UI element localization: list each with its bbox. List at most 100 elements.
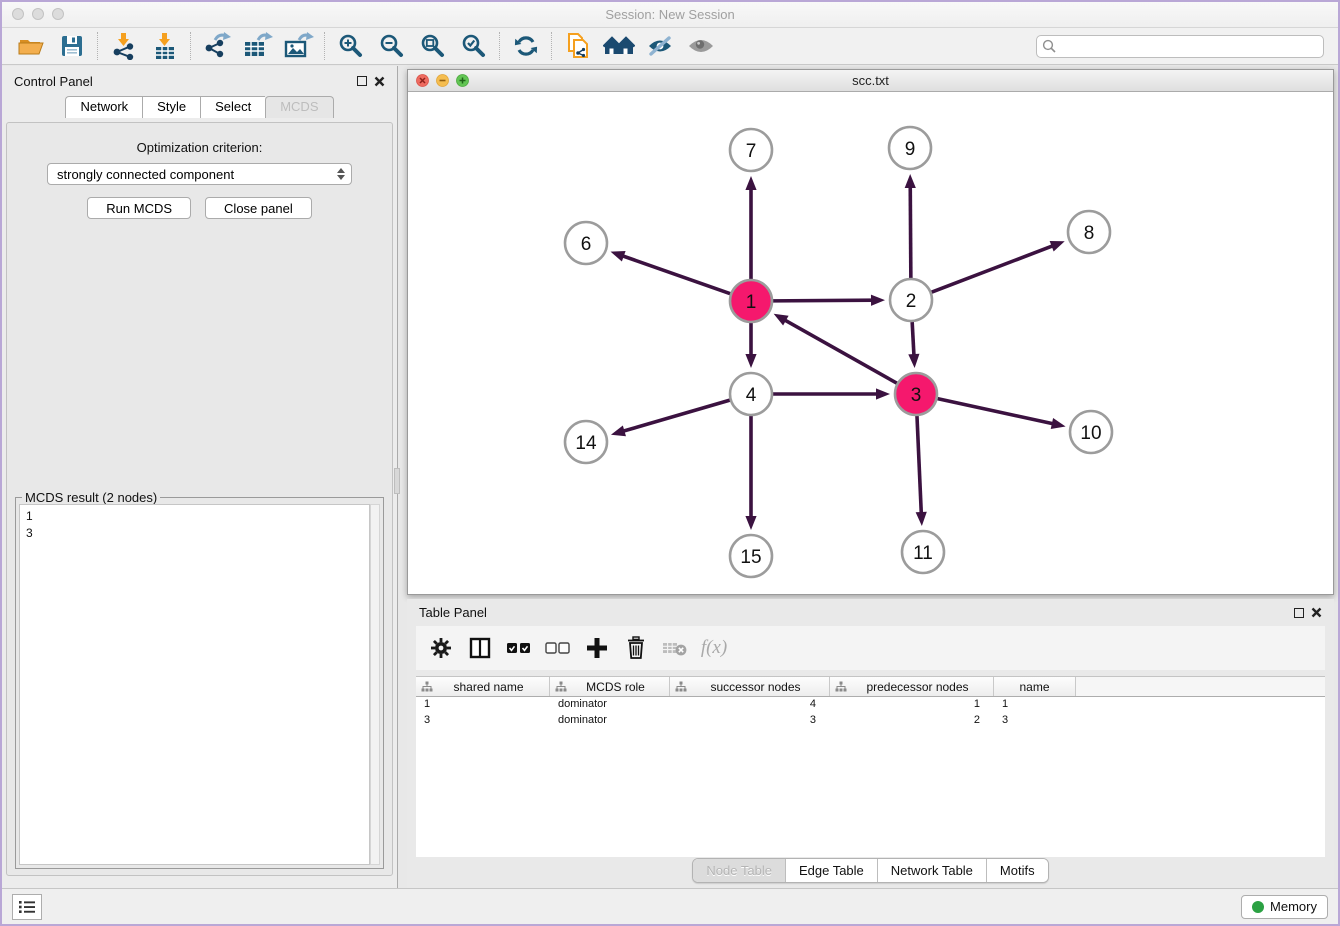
show-columns-button[interactable]	[465, 633, 495, 663]
first-neighbors-button[interactable]	[598, 30, 639, 63]
graph-edge-1-2[interactable]	[773, 300, 874, 301]
open-session-button[interactable]	[10, 30, 51, 63]
main-area: Control Panel NetworkStyleSelectMCDS Opt…	[2, 66, 1338, 888]
show-all-button[interactable]	[680, 30, 721, 63]
optimization-criterion-dropdown[interactable]: strongly connected component	[47, 163, 352, 185]
tab-mcds[interactable]: MCDS	[265, 96, 333, 118]
zoom-fit-button[interactable]	[412, 30, 453, 63]
close-panel-icon[interactable]	[374, 76, 385, 87]
close-panel-button[interactable]: Close panel	[205, 197, 312, 219]
zoom-selected-button[interactable]	[453, 30, 494, 63]
cell-mcds-role[interactable]: dominator	[550, 697, 670, 713]
panel-splitter-handle[interactable]	[394, 468, 400, 494]
task-history-button[interactable]	[12, 894, 42, 920]
minimize-window-button[interactable]	[32, 8, 44, 20]
maximize-window-button[interactable]	[52, 8, 64, 20]
graph-edge-2-3[interactable]	[912, 322, 914, 357]
maximize-network-icon[interactable]	[456, 74, 469, 87]
tab-motifs[interactable]: Motifs	[987, 859, 1048, 882]
columns-icon	[469, 637, 491, 659]
graph-edge-arrowhead	[745, 176, 756, 190]
search-input[interactable]	[1036, 35, 1324, 58]
cell-shared-name[interactable]: 3	[416, 713, 550, 729]
table-toolbar: f(x)	[416, 626, 1325, 670]
control-panel-tabs: NetworkStyleSelectMCDS	[2, 96, 397, 118]
column-header-name[interactable]: name	[994, 677, 1076, 696]
export-table-button[interactable]	[237, 30, 278, 63]
graph-node-label: 2	[906, 291, 917, 312]
column-tree-icon	[555, 681, 567, 693]
graph-edge-2-8[interactable]	[932, 245, 1055, 292]
app-window: { "app": { "title": "Session: New Sessio…	[0, 0, 1340, 926]
mcds-result-scrollbar[interactable]	[370, 504, 380, 865]
trash-icon	[626, 636, 646, 660]
graph-edge-4-14[interactable]	[622, 400, 730, 432]
mcds-result-fieldset: MCDS result (2 nodes) 13	[15, 497, 384, 869]
close-network-icon[interactable]	[416, 74, 429, 87]
network-canvas[interactable]: 1234678910111415	[408, 92, 1333, 594]
new-network-from-selection-button[interactable]	[557, 30, 598, 63]
column-header-shared-name[interactable]: shared name	[416, 677, 550, 696]
table-row[interactable]: 1dominator411	[416, 697, 1325, 713]
memory-button[interactable]: Memory	[1241, 895, 1328, 919]
graph-edge-arrowhead	[774, 314, 789, 326]
delete-table-button[interactable]	[660, 633, 690, 663]
graph-edge-arrowhead	[745, 354, 756, 368]
cell-shared-name[interactable]: 1	[416, 697, 550, 713]
graph-edge-3-11[interactable]	[917, 416, 921, 515]
column-header-mcds-role[interactable]: MCDS role	[550, 677, 670, 696]
float-table-panel-icon[interactable]	[1294, 608, 1304, 618]
cell-successor-nodes[interactable]: 3	[670, 713, 830, 729]
tab-network-table[interactable]: Network Table	[878, 859, 987, 882]
network-window-titlebar[interactable]: scc.txt	[408, 70, 1333, 92]
refresh-button[interactable]	[505, 30, 546, 63]
cell-name[interactable]: 3	[994, 713, 1076, 729]
cell-predecessor-nodes[interactable]: 1	[830, 697, 994, 713]
column-header-successor-nodes[interactable]: successor nodes	[670, 677, 830, 696]
graph-edge-2-9[interactable]	[910, 185, 911, 278]
cell-successor-nodes[interactable]: 4	[670, 697, 830, 713]
import-network-icon	[111, 32, 137, 60]
save-session-button[interactable]	[51, 30, 92, 63]
run-mcds-button[interactable]: Run MCDS	[87, 197, 191, 219]
delete-column-button[interactable]	[621, 633, 651, 663]
control-panel-title: Control Panel	[14, 74, 93, 89]
zoom-in-button[interactable]	[330, 30, 371, 63]
home-houses-icon	[603, 34, 635, 58]
select-all-rows-button[interactable]	[504, 633, 534, 663]
export-image-button[interactable]	[278, 30, 319, 63]
close-window-button[interactable]	[12, 8, 24, 20]
graph-edge-arrowhead	[871, 295, 885, 306]
tab-style[interactable]: Style	[142, 96, 200, 118]
float-panel-icon[interactable]	[357, 76, 367, 86]
close-table-panel-icon[interactable]	[1311, 607, 1322, 618]
cell-mcds-role[interactable]: dominator	[550, 713, 670, 729]
hide-selected-button[interactable]	[639, 30, 680, 63]
cell-predecessor-nodes[interactable]: 2	[830, 713, 994, 729]
tab-select[interactable]: Select	[200, 96, 265, 118]
deselect-all-rows-button[interactable]	[543, 633, 573, 663]
mcds-result-textarea[interactable]: 13	[19, 504, 370, 865]
graph-edge-3-10[interactable]	[937, 399, 1054, 424]
create-column-button[interactable]	[582, 633, 612, 663]
new-network-from-selection-icon	[565, 32, 591, 60]
export-network-button[interactable]	[196, 30, 237, 63]
minimize-network-icon[interactable]	[436, 74, 449, 87]
graph-edge-3-1[interactable]	[783, 319, 897, 383]
import-network-button[interactable]	[103, 30, 144, 63]
mcds-tab-content: Optimization criterion: strongly connect…	[6, 122, 393, 876]
table-settings-button[interactable]	[426, 633, 456, 663]
table-row[interactable]: 3dominator323	[416, 713, 1325, 729]
tab-node-table[interactable]: Node Table	[693, 859, 786, 882]
function-builder-button[interactable]: f(x)	[699, 633, 729, 663]
table-tabs: Node TableEdge TableNetwork TableMotifs	[407, 858, 1334, 883]
tab-edge-table[interactable]: Edge Table	[786, 859, 878, 882]
tab-network[interactable]: Network	[65, 96, 142, 118]
graph-edge-1-6[interactable]	[621, 255, 730, 293]
import-table-button[interactable]	[144, 30, 185, 63]
cell-name[interactable]: 1	[994, 697, 1076, 713]
select-all-icon	[506, 641, 532, 655]
zoom-out-button[interactable]	[371, 30, 412, 63]
table-panel: Table Panel	[407, 599, 1334, 888]
column-header-predecessor-nodes[interactable]: predecessor nodes	[830, 677, 994, 696]
